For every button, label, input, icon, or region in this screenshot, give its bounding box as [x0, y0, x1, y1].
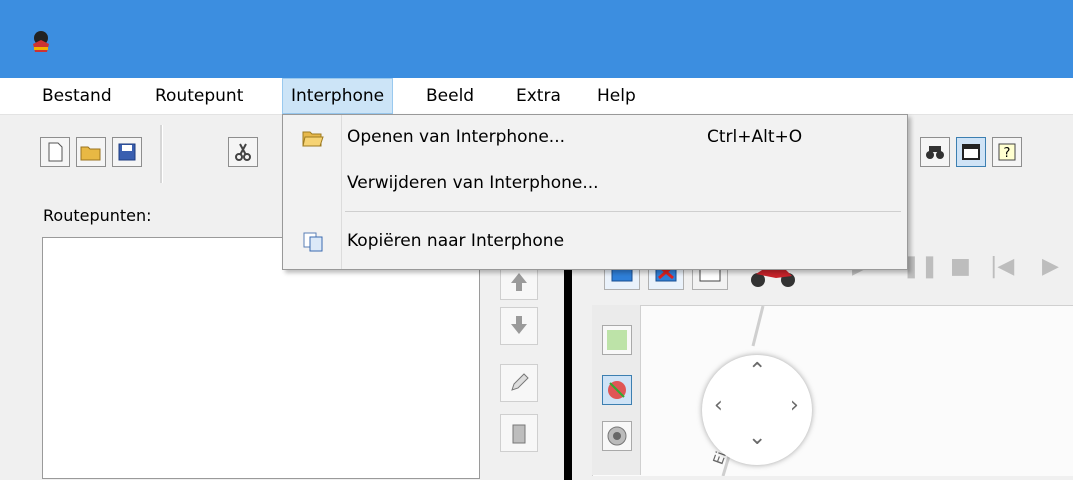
menu-item-copy-to-interphone[interactable]: Kopiëren naar Interphone: [285, 225, 903, 259]
trash-icon: [512, 424, 526, 444]
map-target-button[interactable]: [602, 421, 632, 451]
skip-forward-icon[interactable]: ▶: [1042, 254, 1059, 279]
route-points-label: Routepunten:: [43, 206, 152, 225]
delete-button[interactable]: [500, 414, 538, 452]
find-button[interactable]: [920, 137, 950, 167]
menu-item-label: Kopiëren naar Interphone: [347, 231, 565, 251]
map-left-tools: [592, 305, 641, 475]
edit-button[interactable]: [500, 364, 538, 402]
copy-icon: [303, 232, 323, 252]
skip-back-icon[interactable]: |◀: [990, 254, 1014, 279]
cut-button[interactable]: [228, 137, 258, 167]
menu-item-label: Openen van Interphone...: [347, 127, 566, 147]
help-icon: ?: [998, 143, 1016, 161]
pan-left-icon[interactable]: ‹: [714, 393, 723, 418]
pencil-icon: [511, 373, 529, 391]
map-filter-button[interactable]: [602, 375, 632, 405]
folder-open-icon: [302, 131, 324, 147]
menu-separator: [345, 211, 901, 212]
map-canvas[interactable]: Ein: [592, 305, 1073, 476]
svg-text:?: ?: [1004, 146, 1011, 161]
menu-interphone[interactable]: Interphone: [282, 78, 394, 114]
map-layer-button[interactable]: [602, 325, 632, 355]
menu-item-open-interphone[interactable]: Openen van Interphone... Ctrl+Alt+O: [285, 121, 903, 155]
menu-routepunt[interactable]: Routepunt: [147, 78, 251, 114]
stop-icon[interactable]: ■: [950, 254, 971, 279]
pan-down-icon[interactable]: ⌄: [748, 425, 766, 450]
menu-item-remove-interphone[interactable]: Verwijderen van Interphone...: [285, 167, 903, 201]
app-logo-icon: [33, 31, 49, 52]
save-icon: [118, 143, 136, 161]
open-file-button[interactable]: [76, 137, 106, 167]
target-icon: [607, 426, 627, 446]
save-button[interactable]: [112, 137, 142, 167]
panel-splitter[interactable]: [564, 240, 572, 480]
window-icon: [962, 144, 980, 160]
folder-open-icon: [80, 146, 101, 161]
menu-item-label: Verwijderen van Interphone...: [347, 173, 599, 193]
title-bar: [0, 0, 1073, 78]
new-file-button[interactable]: [40, 137, 70, 167]
menu-beeld[interactable]: Beeld: [418, 78, 482, 114]
move-down-button[interactable]: [500, 307, 538, 345]
menu-extra[interactable]: Extra: [508, 78, 569, 114]
route-points-list[interactable]: [42, 237, 480, 479]
pan-up-icon[interactable]: ⌃: [748, 359, 766, 384]
menu-help[interactable]: Help: [589, 78, 644, 114]
no-entry-icon: [608, 381, 626, 399]
map-pan-control[interactable]: ⌃ ‹ › ⌄: [702, 355, 812, 465]
scissors-icon: [235, 143, 251, 161]
binoculars-icon: [926, 146, 944, 159]
map-icon: [607, 330, 627, 350]
toolbar-separator: [160, 125, 163, 183]
help-button[interactable]: ?: [992, 137, 1022, 167]
menu-bestand[interactable]: Bestand: [34, 78, 120, 114]
interphone-dropdown-menu: Openen van Interphone... Ctrl+Alt+O Verw…: [282, 114, 908, 270]
pan-right-icon[interactable]: ›: [790, 393, 799, 418]
window-button[interactable]: [956, 137, 986, 167]
menu-item-shortcut: Ctrl+Alt+O: [707, 127, 803, 147]
menu-bar: Bestand Routepunt Interphone Beeld Extra…: [0, 78, 1073, 115]
arrow-down-icon: [511, 316, 527, 334]
new-file-icon: [48, 142, 63, 162]
